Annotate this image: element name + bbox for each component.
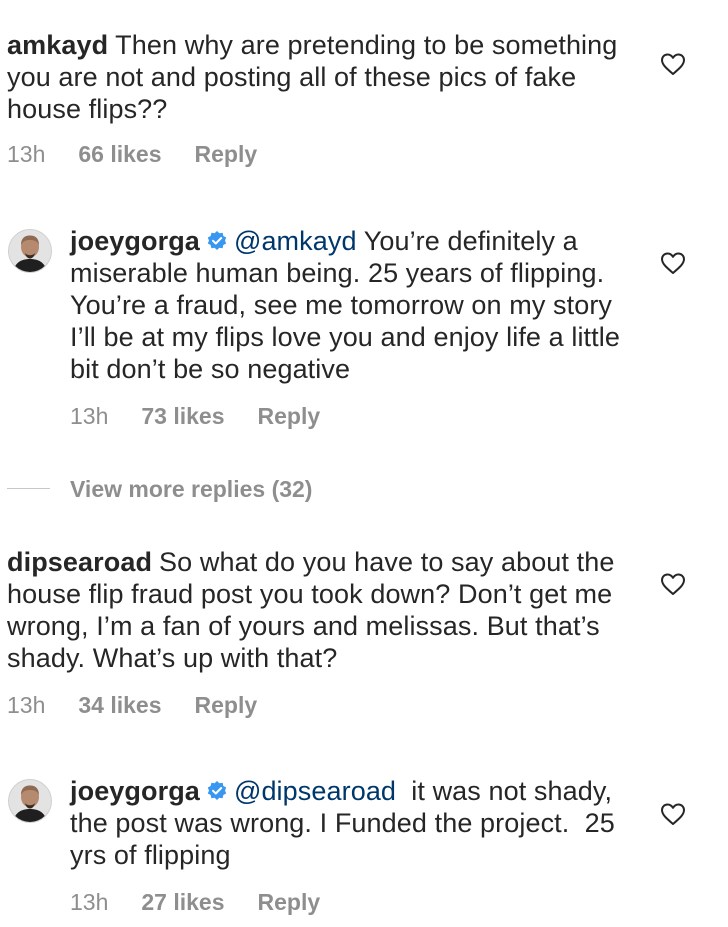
comment-username[interactable]: amkayd xyxy=(7,30,108,60)
divider-line xyxy=(7,488,50,489)
verified-badge-icon xyxy=(207,781,227,800)
avatar-portrait-icon xyxy=(9,780,51,822)
comment-likes[interactable]: 73 likes xyxy=(141,402,224,430)
comment-timestamp[interactable]: 13h xyxy=(7,691,45,719)
avatar[interactable] xyxy=(8,229,52,273)
comment-mention[interactable]: @dipsearoad xyxy=(234,776,396,806)
comment-meta: 13h 27 likes Reply xyxy=(70,888,320,916)
comment-meta: 13h 34 likes Reply xyxy=(7,691,257,719)
comment-text-block: joeygorga @amkayd You’re definitely a mi… xyxy=(70,225,640,385)
comment-meta: 13h 73 likes Reply xyxy=(70,402,320,430)
verified-badge-icon xyxy=(207,231,227,250)
reply-button[interactable]: Reply xyxy=(195,140,258,168)
reply-button[interactable]: Reply xyxy=(258,888,321,916)
view-more-replies[interactable]: View more replies (32) xyxy=(7,473,607,505)
comment-text-block: amkayd Then why are pretending to be some… xyxy=(7,29,637,125)
avatar-portrait-icon xyxy=(9,230,51,272)
comment-timestamp[interactable]: 13h xyxy=(70,888,108,916)
comment-likes[interactable]: 66 likes xyxy=(78,140,161,168)
comment-username[interactable]: dipsearoad xyxy=(7,547,152,577)
comment-username[interactable]: joeygorga xyxy=(70,776,200,806)
comment-timestamp[interactable]: 13h xyxy=(7,140,45,168)
comment-meta: 13h 66 likes Reply xyxy=(7,140,257,168)
comment-likes[interactable]: 34 likes xyxy=(78,691,161,719)
reply-button[interactable]: Reply xyxy=(258,402,321,430)
comment-text-block: joeygorga @dipsearoad it was not shady, … xyxy=(70,775,640,871)
reply-button[interactable]: Reply xyxy=(195,691,258,719)
heart-outline-icon[interactable] xyxy=(660,52,686,76)
comment-username[interactable]: joeygorga xyxy=(70,226,200,256)
heart-outline-icon[interactable] xyxy=(660,251,686,275)
heart-outline-icon[interactable] xyxy=(660,572,686,596)
comment-likes[interactable]: 27 likes xyxy=(141,888,224,916)
comment-mention[interactable]: @amkayd xyxy=(234,226,357,256)
comment-text-block: dipsearoad So what do you have to say abo… xyxy=(7,546,637,674)
avatar[interactable] xyxy=(8,779,52,823)
comment-timestamp[interactable]: 13h xyxy=(70,402,108,430)
view-more-replies-label[interactable]: View more replies (32) xyxy=(70,473,312,505)
heart-outline-icon[interactable] xyxy=(660,802,686,826)
